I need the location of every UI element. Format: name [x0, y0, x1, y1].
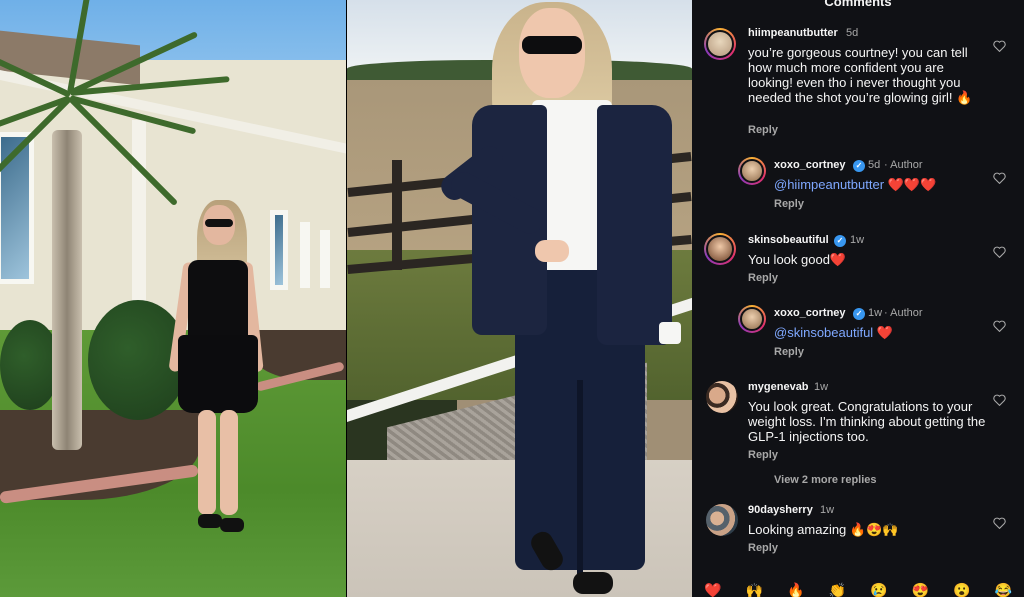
comment-username[interactable]: xoxo_cortney: [774, 159, 846, 171]
comment-time: 1w: [850, 234, 865, 246]
mention-link[interactable]: @skinsobeautiful: [774, 325, 873, 340]
avatar[interactable]: [738, 157, 766, 185]
photo-left: [0, 0, 346, 597]
comment-emoji: ❤️: [876, 325, 894, 340]
author-label: · Author: [884, 307, 923, 319]
comment-text: Looking amazing 🔥😍🙌: [748, 522, 899, 537]
avatar[interactable]: [706, 504, 738, 536]
avatar[interactable]: [738, 305, 766, 333]
comment-time: 5d: [846, 27, 859, 39]
reply-button[interactable]: Reply: [748, 449, 778, 461]
comment-time: 1w: [814, 381, 829, 393]
emoji-button[interactable]: 🙌: [742, 582, 766, 597]
comment-username[interactable]: mygenevab: [748, 381, 809, 393]
comments-panel: Comments hiimpeanutbutter 5d you’re gorg…: [692, 0, 1024, 597]
comment-text: you’re gorgeous courtney! you can tell h…: [748, 45, 973, 105]
heart-icon[interactable]: [993, 40, 1006, 52]
emoji-button[interactable]: 😮: [950, 582, 974, 597]
heart-icon[interactable]: [993, 246, 1006, 258]
verified-icon: ✓: [853, 308, 865, 320]
verified-icon: ✓: [853, 160, 865, 172]
comment-username[interactable]: 90daysherry: [748, 504, 813, 516]
comment-text: You look good❤️: [748, 252, 847, 267]
comment-time: 1w: [868, 307, 883, 319]
view-more-replies-button[interactable]: View 2 more replies: [774, 474, 877, 486]
emoji-button[interactable]: 😢: [867, 582, 891, 597]
emoji-button[interactable]: 😂: [991, 582, 1015, 597]
comment-username[interactable]: hiimpeanutbutter: [748, 27, 838, 39]
heart-icon[interactable]: [993, 172, 1006, 184]
emoji-reaction-bar: ❤️ 🙌 🔥 👏 😢 😍 😮 😂: [692, 582, 1024, 597]
heart-icon[interactable]: [993, 320, 1006, 332]
comment-time: 5d: [868, 159, 881, 171]
comment-text: You look great. Congratulations to your …: [748, 399, 986, 444]
photo-middle: [347, 0, 692, 597]
reply-button[interactable]: Reply: [774, 198, 804, 210]
panel-title: Comments: [824, 0, 892, 9]
verified-icon: ✓: [834, 235, 846, 247]
reply-button[interactable]: Reply: [774, 346, 804, 358]
reply-button[interactable]: Reply: [748, 272, 778, 284]
reply-button[interactable]: Reply: [748, 124, 778, 136]
reply-button[interactable]: Reply: [748, 542, 778, 554]
mention-link[interactable]: @hiimpeanutbutter: [774, 177, 884, 192]
avatar[interactable]: [704, 28, 736, 60]
comment-emoji: ❤️❤️❤️: [887, 177, 937, 192]
comment-text: @skinsobeautiful ❤️: [774, 325, 994, 340]
heart-icon[interactable]: [993, 394, 1006, 406]
avatar[interactable]: [704, 233, 736, 265]
emoji-button[interactable]: 👏: [825, 582, 849, 597]
emoji-button[interactable]: 😍: [908, 582, 932, 597]
avatar[interactable]: [706, 381, 738, 413]
comment-text: @hiimpeanutbutter ❤️❤️❤️: [774, 177, 994, 192]
comment-time: 1w: [820, 504, 835, 516]
emoji-button[interactable]: ❤️: [701, 582, 725, 597]
emoji-button[interactable]: 🔥: [784, 582, 808, 597]
author-label: · Author: [884, 159, 923, 171]
comment-username[interactable]: xoxo_cortney: [774, 307, 846, 319]
comment-username[interactable]: skinsobeautiful: [748, 234, 829, 246]
heart-icon[interactable]: [993, 517, 1006, 529]
